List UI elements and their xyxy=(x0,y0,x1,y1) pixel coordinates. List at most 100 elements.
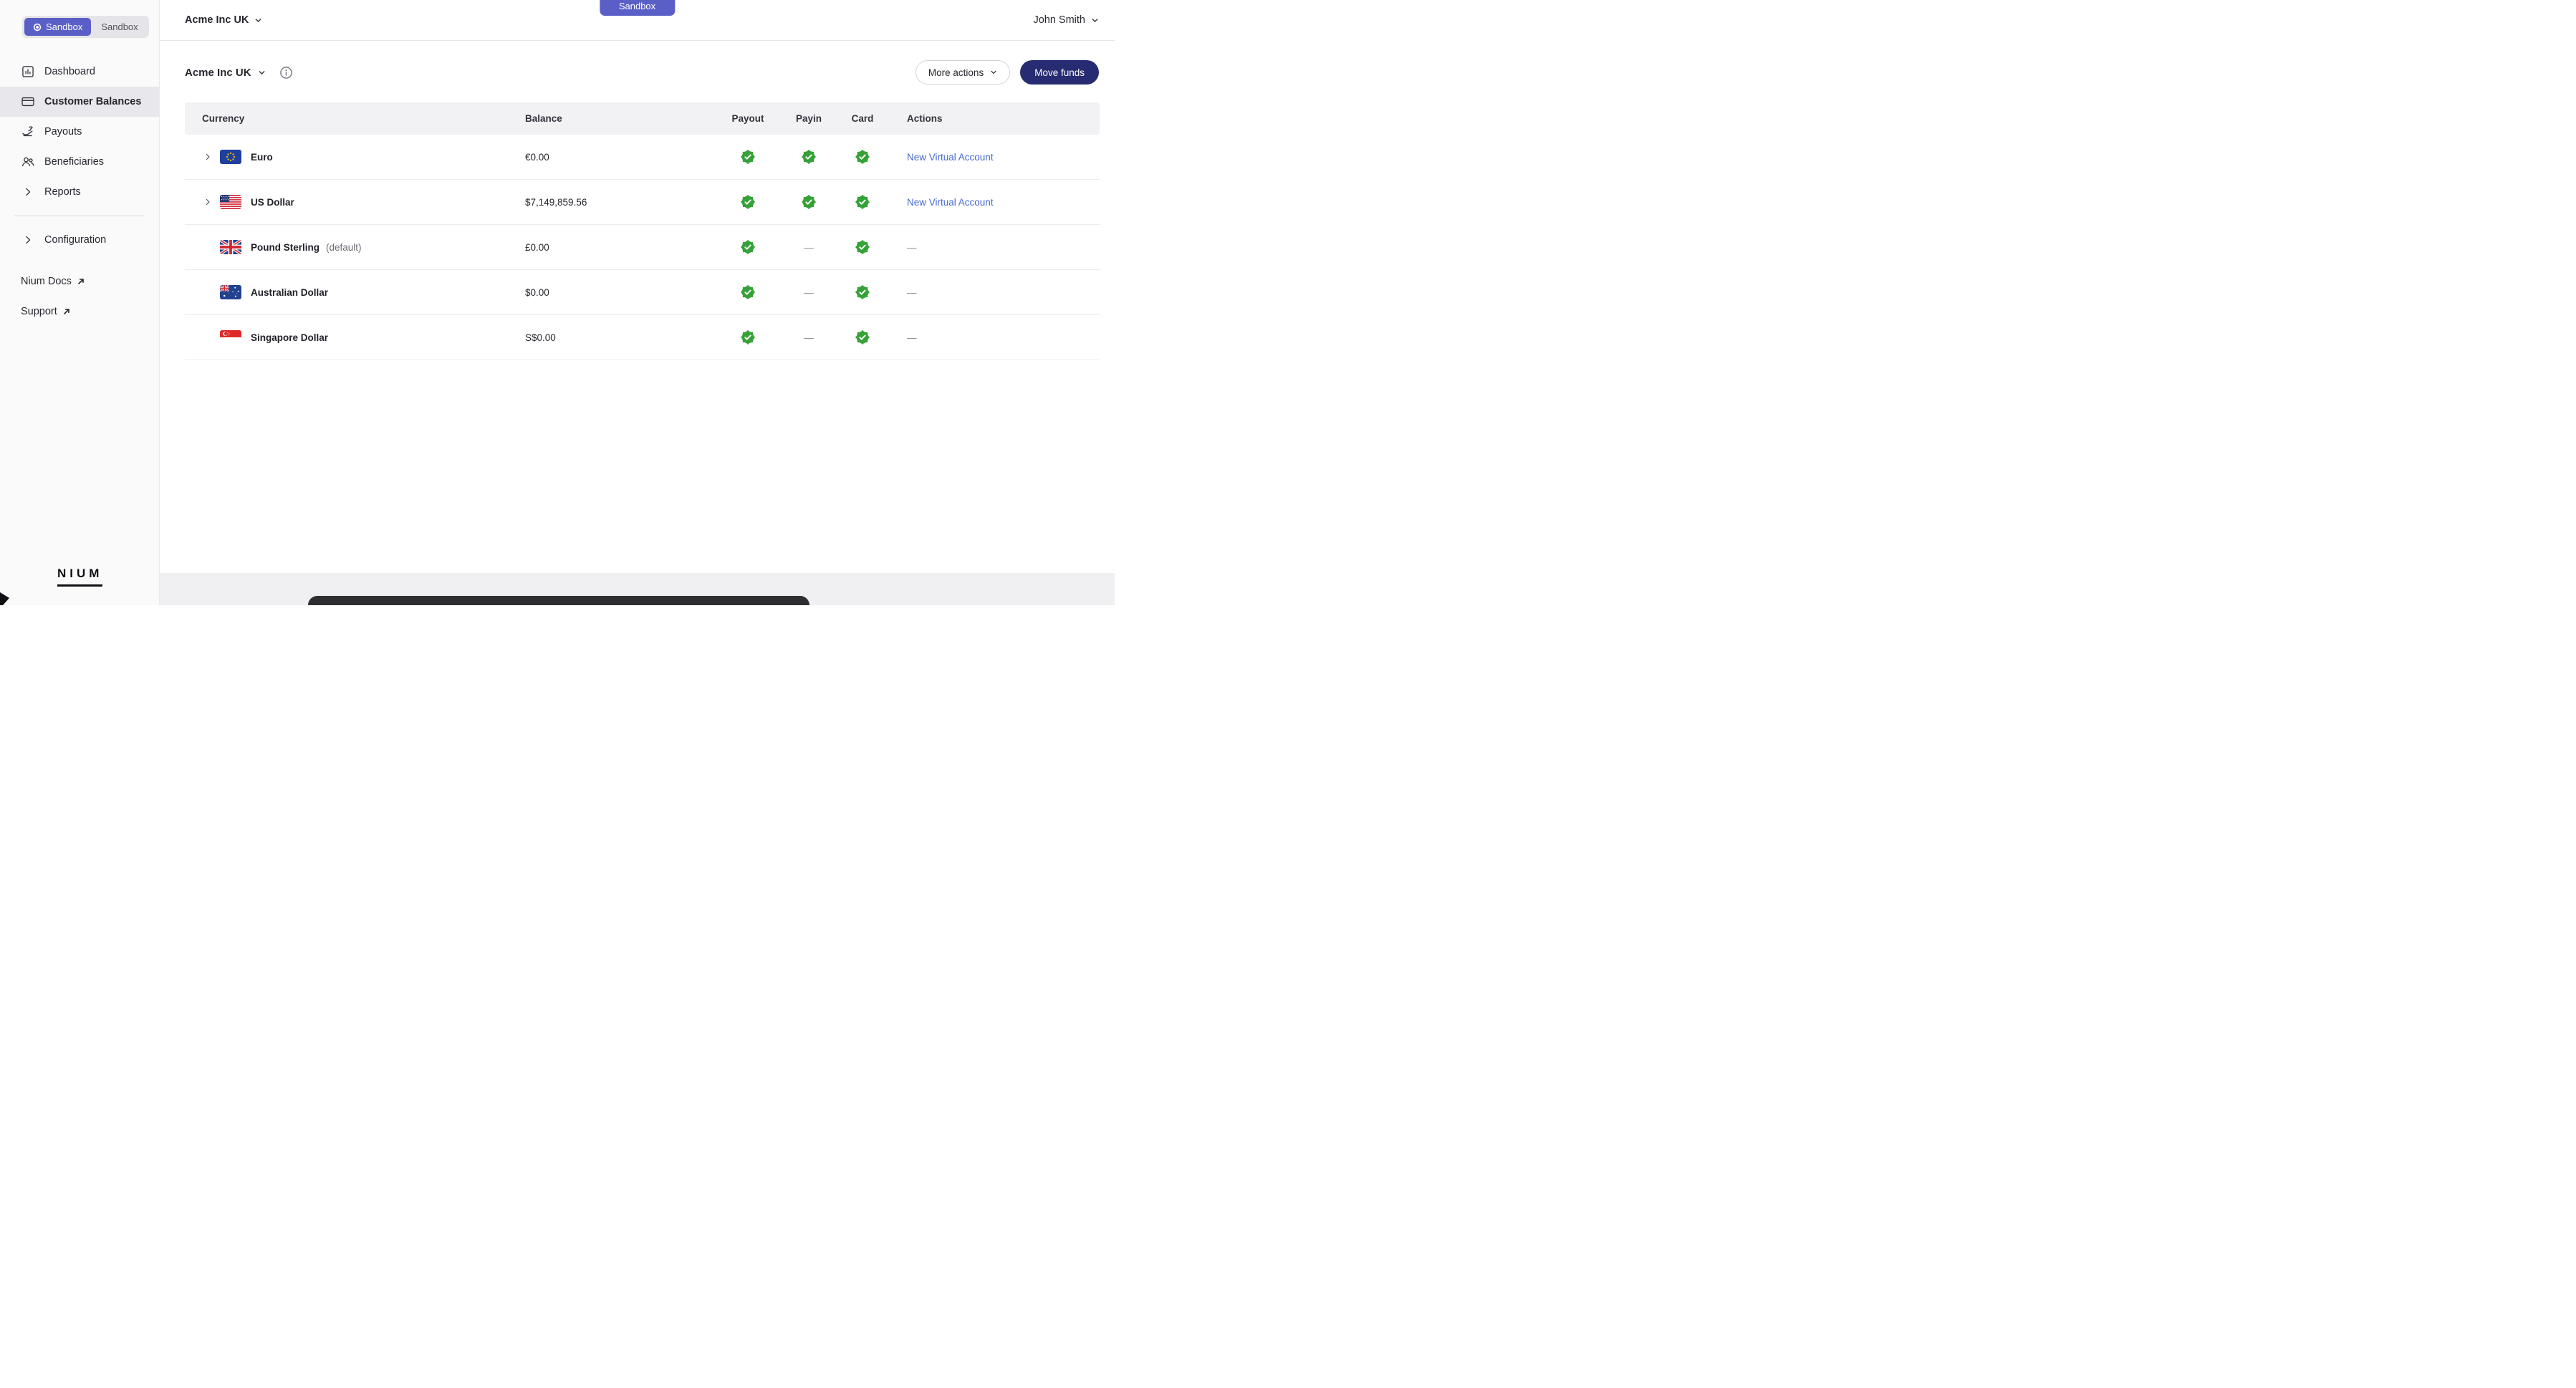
info-icon[interactable] xyxy=(279,66,293,79)
card-icon xyxy=(21,95,35,109)
sidebar-item-reports[interactable]: Reports xyxy=(0,177,159,207)
table-row-euro: Euro €0.00 New Virtual Account xyxy=(185,135,1100,180)
currency-name: Euro xyxy=(251,151,273,163)
sidebar-item-payouts[interactable]: Payouts xyxy=(0,117,159,147)
sidebar-secondary-nav: Configuration xyxy=(0,225,159,255)
sidebar-external-links: Nium Docs Support xyxy=(0,266,159,327)
enabled-check-icon xyxy=(741,150,755,164)
currency-default-tag: (default) xyxy=(326,241,362,253)
payout-cell xyxy=(716,240,780,254)
sidebar-nav: Dashboard Customer Balances Payouts Benefic… xyxy=(0,57,159,207)
more-actions-button[interactable]: More actions xyxy=(915,60,1011,85)
enabled-check-icon xyxy=(802,150,816,164)
account-switcher[interactable]: Acme Inc UK xyxy=(185,66,293,79)
sidebar-link-support[interactable]: Support xyxy=(0,297,159,327)
sidebar-link-nium-docs[interactable]: Nium Docs xyxy=(0,266,159,297)
currency-cell: US Dollar xyxy=(185,195,525,209)
flag-us-icon xyxy=(220,195,241,209)
payin-cell xyxy=(780,150,837,164)
chevron-down-icon xyxy=(254,16,262,24)
environment-active-label: Sandbox xyxy=(46,21,83,32)
flag-au-icon xyxy=(220,285,241,299)
balance-cell: S$0.00 xyxy=(525,332,716,343)
chevron-down-icon xyxy=(258,69,266,77)
sidebar-item-label: Configuration xyxy=(44,234,107,246)
actions-cell: — xyxy=(888,242,1100,253)
card-cell xyxy=(837,240,888,254)
flag-eu-icon xyxy=(220,150,241,164)
page-title: Acme Inc UK xyxy=(185,66,251,79)
table-row-singapore-dollar: Singapore Dollar S$0.00 — — xyxy=(185,315,1100,360)
card-cell xyxy=(837,330,888,344)
balances-table: Currency Balance Payout Payin Card Actio… xyxy=(185,102,1100,360)
card-cell xyxy=(837,195,888,209)
more-actions-label: More actions xyxy=(928,67,984,78)
table-row-us-dollar: US Dollar $7,149,859.56 New Virtual Accoun… xyxy=(185,180,1100,225)
sidebar-item-customer-balances[interactable]: Customer Balances xyxy=(0,87,159,117)
balances-table-header: Currency Balance Payout Payin Card Actio… xyxy=(185,102,1100,135)
payin-cell: — xyxy=(780,287,837,298)
chevron-down-icon xyxy=(990,69,997,76)
not-available-dash: — xyxy=(804,286,814,298)
enabled-check-icon xyxy=(741,240,755,254)
chevron-right-icon xyxy=(21,185,35,199)
environment-toggle-sandbox-inactive[interactable]: Sandbox xyxy=(92,18,146,36)
payin-cell xyxy=(780,195,837,209)
main-area: Acme Inc UK Sandbox John Smith Acme Inc … xyxy=(160,0,1115,605)
environment-toggle-sandbox-active[interactable]: Sandbox xyxy=(24,18,92,36)
new-virtual-account-link[interactable]: New Virtual Account xyxy=(907,197,994,208)
new-virtual-account-link[interactable]: New Virtual Account xyxy=(907,152,994,163)
chevron-right-icon xyxy=(21,233,35,247)
not-available-dash: — xyxy=(907,286,917,298)
environment-badge[interactable]: Sandbox xyxy=(599,0,676,16)
currency-cell: Euro xyxy=(185,150,525,164)
flag-sg-icon xyxy=(220,330,241,344)
balance-value: £0.00 xyxy=(525,241,549,253)
not-available-dash: — xyxy=(907,241,917,253)
payout-cell xyxy=(716,195,780,209)
sidebar-item-label: Dashboard xyxy=(44,66,95,77)
external-link-icon xyxy=(62,307,71,316)
actions-cell: New Virtual Account xyxy=(888,197,1100,208)
balance-value: €0.00 xyxy=(525,151,549,163)
expand-row-icon[interactable] xyxy=(202,151,213,163)
not-available-dash: — xyxy=(907,332,917,343)
enabled-check-icon xyxy=(741,330,755,344)
sidebar-link-label: Nium Docs xyxy=(21,276,72,287)
card-cell xyxy=(837,285,888,299)
environment-inactive-label: Sandbox xyxy=(101,21,138,32)
actions-cell: — xyxy=(888,287,1100,298)
payout-cell xyxy=(716,330,780,344)
column-header-currency: Currency xyxy=(202,113,245,124)
expand-row-icon[interactable] xyxy=(202,196,213,208)
balance-cell: £0.00 xyxy=(525,242,716,253)
sidebar-item-label: Customer Balances xyxy=(44,96,142,107)
sidebar-item-beneficiaries[interactable]: Beneficiaries xyxy=(0,147,159,177)
payin-cell: — xyxy=(780,242,837,253)
sidebar: Sandbox Sandbox Dashboard Customer Balanc… xyxy=(0,0,160,605)
table-row-australian-dollar: Australian Dollar $0.00 — — xyxy=(185,270,1100,315)
target-dot-icon xyxy=(33,23,42,32)
bottom-strip xyxy=(160,573,1115,605)
enabled-check-icon xyxy=(855,330,870,344)
sidebar-item-dashboard[interactable]: Dashboard xyxy=(0,57,159,87)
nium-logo: NIUM xyxy=(57,567,103,587)
org-switcher[interactable]: Acme Inc UK xyxy=(185,14,262,26)
not-available-dash: — xyxy=(804,332,814,343)
user-name: John Smith xyxy=(1033,14,1085,26)
chevron-down-icon xyxy=(1091,16,1099,24)
payin-cell: — xyxy=(780,332,837,343)
currency-cell: Australian Dollar xyxy=(185,285,525,299)
balance-value: $7,149,859.56 xyxy=(525,196,587,208)
payout-icon xyxy=(21,125,35,139)
topbar: Acme Inc UK Sandbox John Smith xyxy=(160,0,1115,41)
column-header-card: Card xyxy=(851,113,874,124)
org-name: Acme Inc UK xyxy=(185,14,249,26)
sidebar-item-configuration[interactable]: Configuration xyxy=(0,225,159,255)
enabled-check-icon xyxy=(855,285,870,299)
user-menu[interactable]: John Smith xyxy=(1033,14,1099,26)
enabled-check-icon xyxy=(855,150,870,164)
currency-name: US Dollar xyxy=(251,196,294,208)
move-funds-button[interactable]: Move funds xyxy=(1020,60,1099,85)
enabled-check-icon xyxy=(855,195,870,209)
